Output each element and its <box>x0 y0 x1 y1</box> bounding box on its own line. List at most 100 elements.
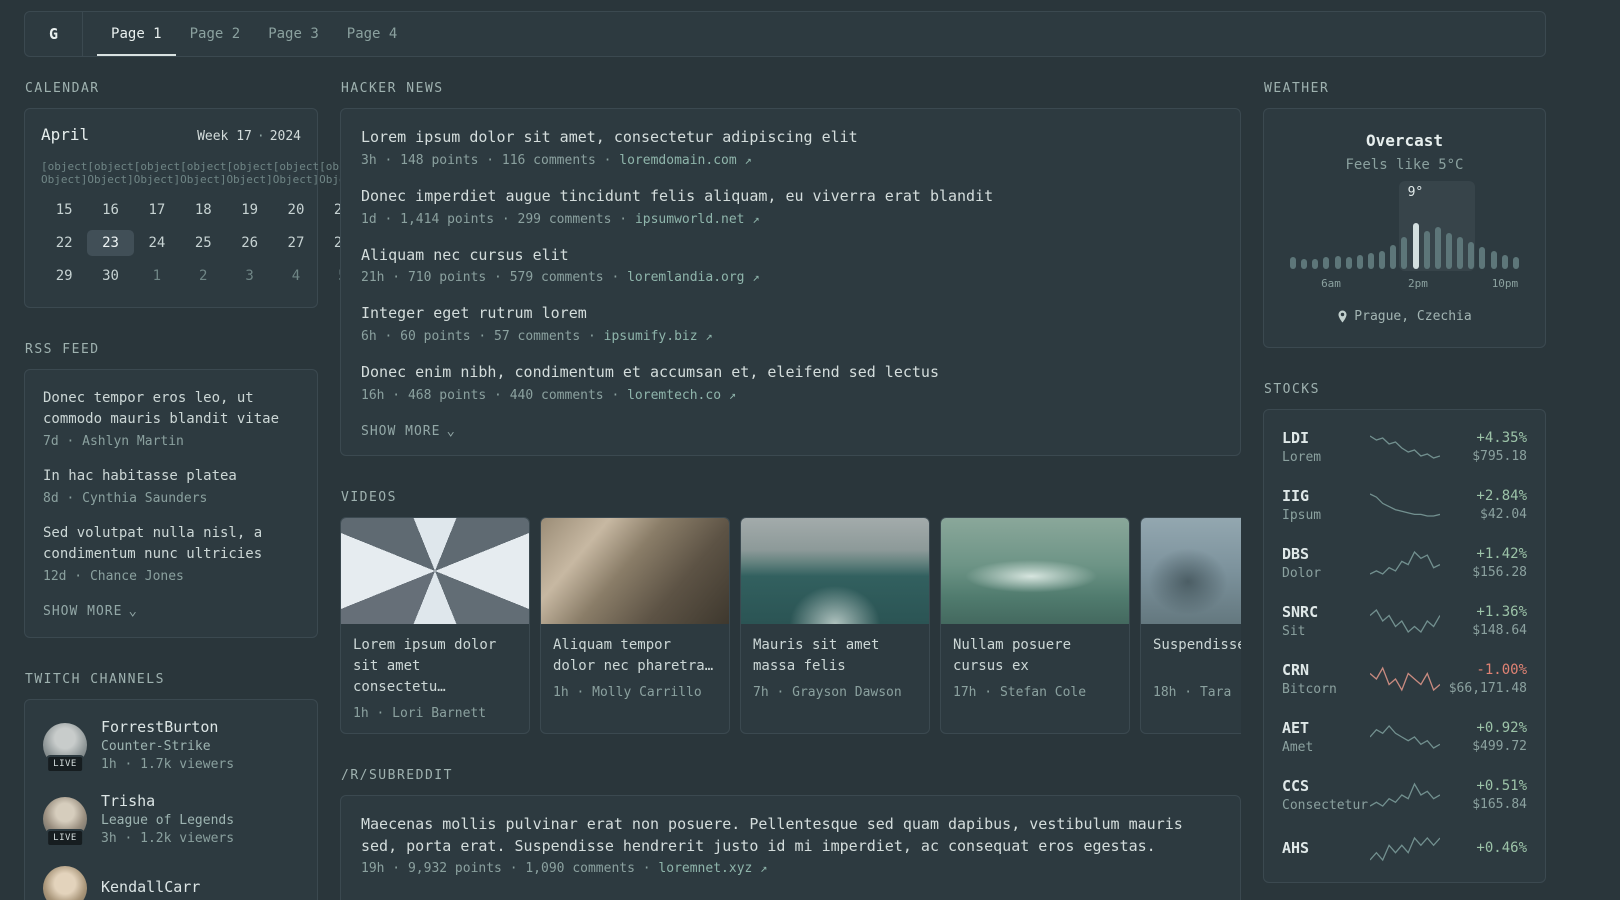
subreddit-post-stats: 19h · 9,932 points · 1,090 comments · <box>361 861 659 877</box>
stock-change: +0.46% <box>1476 839 1527 856</box>
hackernews-item: Integer eget rutrum lorem 6h · 60 points… <box>361 303 1220 344</box>
twitch-card: LIVE ForrestBurton Counter-Strike 1h · 1… <box>24 699 318 900</box>
video-title[interactable]: Mauris sit amet massa felis <box>753 635 917 677</box>
stock-symbol[interactable]: IIG <box>1282 487 1370 505</box>
twitch-channel-meta: 1h · 1.7k viewers <box>101 757 235 772</box>
hackernews-item-domain[interactable]: ipsumify.biz <box>604 329 698 344</box>
rss-item-title[interactable]: Sed volutpat nulla nisl, a condimentum n… <box>43 523 299 565</box>
rss-show-more-button[interactable]: SHOW MORE ⌄ <box>43 604 138 619</box>
stock-symbol[interactable]: SNRC <box>1282 603 1370 621</box>
stock-info: CCS Consectetur <box>1282 777 1370 813</box>
external-link-icon: ↗ <box>760 861 768 876</box>
video-card-body: Mauris sit amet massa felis 7h · Grayson… <box>741 624 929 712</box>
stock-symbol[interactable]: CRN <box>1282 661 1370 679</box>
twitch-channel-row[interactable]: KendallCarr <box>43 866 299 900</box>
stock-sparkline <box>1369 666 1440 692</box>
page-tab[interactable]: Page 4 <box>333 12 412 56</box>
calendar-day-header: [object Object] <box>41 160 88 186</box>
video-thumbnail[interactable] <box>341 517 529 624</box>
video-card[interactable]: Aliquam tempor dolor nec pharetra… 1h · … <box>540 516 730 734</box>
twitch-channel-row[interactable]: LIVE Trisha League of Legends 3h · 1.2k … <box>43 792 299 847</box>
hackernews-item-title[interactable]: Donec imperdiet augue tincidunt felis al… <box>361 186 1220 208</box>
video-thumbnail[interactable] <box>1141 517 1241 624</box>
rss-item-title[interactable]: Donec tempor eros leo, ut commodo mauris… <box>43 388 299 430</box>
weather-bar <box>1401 237 1408 269</box>
video-title[interactable]: Lorem ipsum dolor sit amet consectetu… <box>353 635 517 698</box>
weather-bar <box>1434 227 1441 269</box>
twitch-avatar-wrap: LIVE <box>43 797 87 847</box>
video-title[interactable]: Nullam posuere cursus ex <box>953 635 1117 677</box>
video-thumbnail[interactable] <box>541 517 729 624</box>
rss-item-title[interactable]: In hac habitasse platea <box>43 466 299 487</box>
videos-widget: VIDEOS Lorem ipsum dolor sit amet consec… <box>340 490 1241 734</box>
calendar-day: 4 <box>291 268 301 284</box>
video-thumbnail[interactable] <box>941 517 1129 624</box>
hackernews-item-domain[interactable]: loremtech.co <box>627 388 721 403</box>
hackernews-item-domain[interactable]: ipsumworld.net <box>635 212 745 227</box>
subreddit-post-domain[interactable]: loremnet.xyz <box>658 861 752 876</box>
hackernews-item-title[interactable]: Donec enim nibh, condimentum et accumsan… <box>361 362 1220 384</box>
page-tab[interactable]: Page 1 <box>97 12 176 56</box>
page-tab[interactable]: Page 2 <box>176 12 255 56</box>
stock-symbol[interactable]: DBS <box>1282 545 1370 563</box>
dashboard-page: G Page 1 Page 2 Page 3 Page 4 CALENDAR A… <box>24 11 1546 900</box>
weather-hourly-chart: 9° <box>1290 181 1519 271</box>
hackernews-show-more-button[interactable]: SHOW MORE ⌄ <box>361 424 456 439</box>
stock-price: $499.72 <box>1472 739 1527 754</box>
hackernews-item-domain[interactable]: loremdomain.com <box>619 153 736 168</box>
hackernews-item-title[interactable]: Lorem ipsum dolor sit amet, consectetur … <box>361 127 1220 149</box>
video-card-body: Nullam posuere cursus ex 17h · Stefan Co… <box>941 624 1129 712</box>
rss-item-meta: 8d · Cynthia Saunders <box>43 491 208 506</box>
twitch-channel-name[interactable]: KendallCarr <box>101 878 200 896</box>
stock-values: +2.84% $42.04 <box>1440 488 1527 522</box>
weather-bar <box>1445 233 1452 269</box>
twitch-channel-name[interactable]: ForrestBurton <box>101 718 234 736</box>
video-card[interactable]: Suspendisse diam 18h · Tara <box>1140 516 1241 734</box>
stock-name: Sit <box>1282 624 1306 639</box>
stock-change: +4.35% <box>1476 430 1527 446</box>
weather-bar <box>1379 251 1386 269</box>
stock-values: -1.00% $66,171.48 <box>1440 662 1527 696</box>
stock-symbol[interactable]: LDI <box>1282 429 1370 447</box>
stock-values: +4.35% $795.18 <box>1440 430 1527 464</box>
twitch-channel-row[interactable]: LIVE ForrestBurton Counter-Strike 1h · 1… <box>43 718 299 773</box>
subreddit-card: Maecenas mollis pulvinar erat non posuer… <box>340 794 1241 900</box>
subreddit-post: Maecenas mollis pulvinar erat non posuer… <box>361 814 1220 877</box>
hackernews-item-domain[interactable]: loremlandia.org <box>627 270 744 285</box>
calendar-day: 16 <box>102 202 119 218</box>
subreddit-post-title[interactable]: Maecenas mollis pulvinar erat non posuer… <box>361 814 1220 858</box>
video-meta: 7h · Grayson Dawson <box>753 684 902 700</box>
video-thumbnail[interactable] <box>741 517 929 624</box>
twitch-channel-name[interactable]: Trisha <box>101 792 234 810</box>
video-card[interactable]: Lorem ipsum dolor sit amet consectetu… 1… <box>340 516 530 734</box>
stock-symbol[interactable]: CCS <box>1282 777 1370 795</box>
weather-bar <box>1367 253 1374 269</box>
rss-item-meta: 7d · Ashlyn Martin <box>43 434 184 449</box>
app-logo-box: G <box>25 12 84 56</box>
weather-widget: WEATHER Overcast Feels like 5°C 9° 6am 2… <box>1263 81 1546 348</box>
stock-price: $66,171.48 <box>1448 681 1527 696</box>
video-card[interactable]: Mauris sit amet massa felis 7h · Grayson… <box>740 516 930 734</box>
hackernews-item-title[interactable]: Aliquam nec cursus elit <box>361 245 1220 267</box>
video-card-body: Lorem ipsum dolor sit amet consectetu… 1… <box>341 624 529 733</box>
calendar-day: 17 <box>148 202 166 218</box>
twitch-channel-game: Counter-Strike <box>101 739 211 754</box>
rss-item: In hac habitasse platea 8d · Cynthia Sau… <box>43 466 299 506</box>
stocks-card: LDI Lorem +4.35% $795.18 IIG Ipsum +2.84… <box>1263 409 1546 883</box>
calendar-section-title: CALENDAR <box>25 81 100 96</box>
page-tab[interactable]: Page 3 <box>254 12 333 56</box>
rss-item-meta: 12d · Chance Jones <box>43 569 184 584</box>
stock-symbol[interactable]: AET <box>1282 719 1370 737</box>
stock-symbol[interactable]: AHS <box>1282 839 1370 857</box>
calendar-day: 25 <box>194 235 212 251</box>
video-card[interactable]: Nullam posuere cursus ex 17h · Stefan Co… <box>940 516 1130 734</box>
stock-name: Consectetur <box>1282 798 1369 813</box>
calendar-year: 2024 <box>269 129 301 144</box>
video-title[interactable]: Suspendisse diam <box>1153 635 1241 677</box>
video-title[interactable]: Aliquam tempor dolor nec pharetra… <box>553 635 717 677</box>
left-column: CALENDAR April Week 17 · 2024 [object Obje… <box>24 81 366 900</box>
hackernews-item-stats: 3h · 148 points · 116 comments · <box>361 152 620 168</box>
weather-bar <box>1423 231 1430 269</box>
hackernews-item-stats: 21h · 710 points · 579 comments · <box>361 270 628 286</box>
hackernews-item-title[interactable]: Integer eget rutrum lorem <box>361 303 1220 325</box>
